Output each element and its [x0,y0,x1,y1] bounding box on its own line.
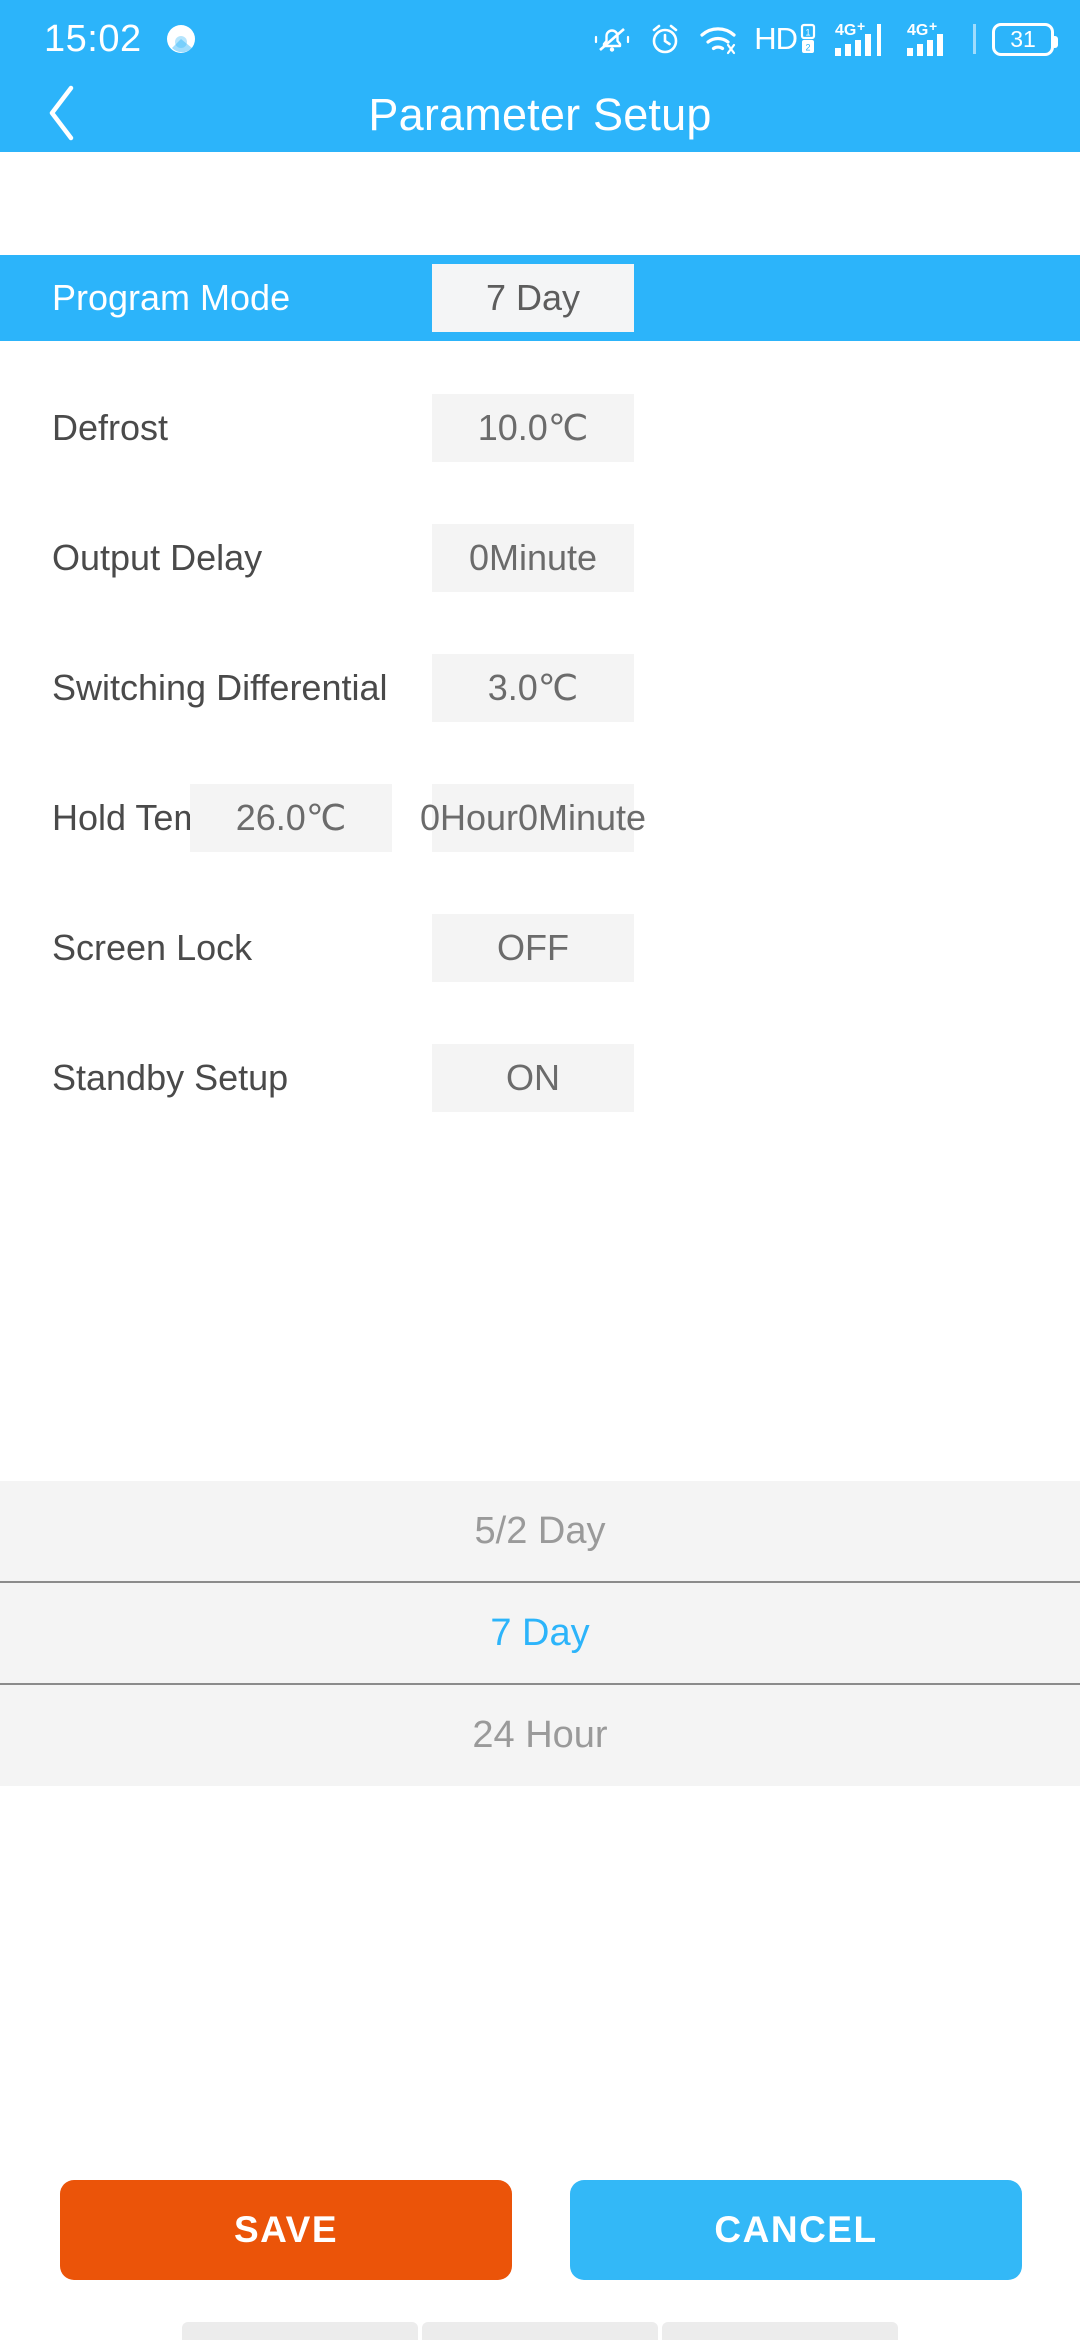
parameter-value-box[interactable]: OFF [432,914,634,982]
parameter-row-program-mode[interactable]: Program Mode 7 Day [0,255,1080,341]
svg-text:+: + [929,20,937,34]
program-mode-picker[interactable]: 5/2 Day 7 Day 24 Hour [0,1481,1080,1786]
status-divider [973,24,976,54]
nav-back-segment[interactable] [182,2322,418,2340]
parameter-row-standby-setup[interactable]: Standby Setup ON [0,1035,1080,1121]
appbar-content-gap [0,152,1080,255]
parameter-row-screen-lock[interactable]: Screen Lock OFF [0,905,1080,991]
picker-option-24-hour[interactable]: 24 Hour [0,1685,1080,1785]
signal-4g-plus-icon: 4G + [905,20,957,58]
svg-text:+: + [857,20,865,34]
assistant-orb-icon [164,22,198,56]
parameter-sub-value-box[interactable]: 26.0℃ [190,784,392,852]
bell-muted-icon [592,21,632,57]
svg-text:2: 2 [805,43,810,53]
parameter-label: Screen Lock [52,927,253,968]
parameter-row-switching-differential[interactable]: Switching Differential 3.0℃ [0,645,1080,731]
app-bar: Parameter Setup [0,78,1080,152]
alarm-clock-icon [648,22,682,56]
row-gap [0,861,1080,905]
status-bar-clock: 15:02 [44,17,142,60]
android-nav-bar [0,2308,1080,2340]
status-bar-left: 15:02 [44,18,198,61]
wifi-icon [698,23,738,55]
parameter-list: Program Mode 7 Day Defrost 10.0℃ Output … [0,255,1080,1121]
row-gap [0,601,1080,645]
row-gap [0,991,1080,1035]
parameter-row-hold-temp[interactable]: Hold Temp 26.0℃ 0Hour0Minute [0,775,1080,861]
battery-icon: 31 [992,22,1058,56]
picker-option-5-2-day[interactable]: 5/2 Day [0,1481,1080,1581]
parameter-value-box[interactable]: 7 Day [432,264,634,332]
signal-4g-plus-icon: 4G + [833,20,889,58]
parameter-label: Output Delay [52,537,263,578]
svg-text:1: 1 [805,28,810,38]
picker-option-7-day[interactable]: 7 Day [0,1583,1080,1683]
row-gap [0,731,1080,775]
phone-screen: 15:02 HD 1 2 4G + 4G + 31 Parameter Setu… [0,0,1080,2340]
parameter-row-output-delay[interactable]: Output Delay 0Minute [0,515,1080,601]
battery-percent: 31 [1010,25,1036,52]
parameter-value-box[interactable]: ON [432,1044,634,1112]
parameter-label: Defrost [52,407,169,448]
parameter-label: Switching Differential [52,667,388,708]
hd-label: HD [754,21,798,56]
page-title: Parameter Setup [368,89,712,140]
back-button[interactable] [22,78,102,152]
parameter-value-box[interactable]: 10.0℃ [432,394,634,462]
action-bar: SAVE CANCEL [0,2180,1080,2280]
status-bar: 15:02 HD 1 2 4G + 4G + 31 [0,0,1080,78]
nav-home-segment[interactable] [422,2322,658,2340]
svg-text:4G: 4G [835,22,856,39]
parameter-label: Program Mode [52,277,291,318]
parameter-label: Standby Setup [52,1057,289,1098]
parameter-value-box[interactable]: 0Minute [432,524,634,592]
nav-recents-segment[interactable] [662,2322,898,2340]
save-button[interactable]: SAVE [60,2180,512,2280]
hd-dual-sim-icon: HD 1 2 [754,21,817,57]
status-bar-right: HD 1 2 4G + 4G + 31 [592,20,1058,58]
row-gap [0,341,1080,385]
svg-text:4G: 4G [907,22,928,39]
parameter-row-defrost[interactable]: Defrost 10.0℃ [0,385,1080,471]
row-gap [0,471,1080,515]
chevron-left-icon [45,84,79,147]
parameter-value-box[interactable]: 3.0℃ [432,654,634,722]
parameter-value-box[interactable]: 0Hour0Minute [420,784,646,852]
cancel-button[interactable]: CANCEL [570,2180,1022,2280]
